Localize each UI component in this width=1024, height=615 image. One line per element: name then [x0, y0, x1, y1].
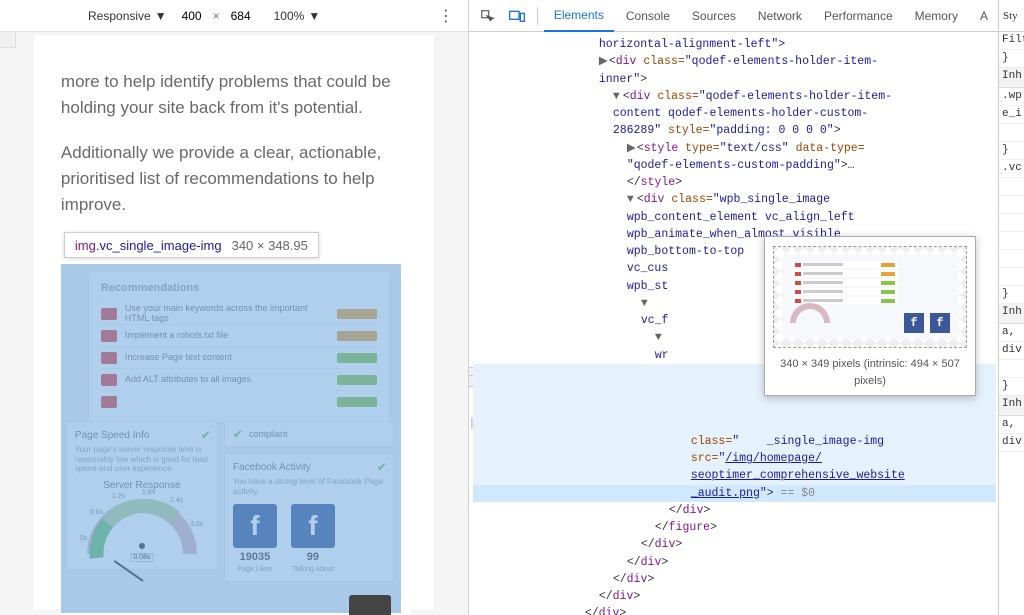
styles-pane[interactable]: Sty Filt } Inh .wp e_i } .vc } Inh a, di… [998, 0, 1024, 615]
floating-button[interactable] [349, 595, 391, 615]
zoom-label: 100% [274, 9, 305, 23]
dimension-separator: × [213, 9, 220, 23]
zoom-select[interactable]: 100% ▼ [274, 9, 321, 23]
styles-filter[interactable]: Filt [999, 32, 1024, 50]
ruler-corner [0, 32, 16, 48]
styles-tab[interactable]: Sty [999, 0, 1024, 32]
device-select[interactable]: Responsive ▼ [88, 9, 167, 23]
tab-console[interactable]: Console [616, 0, 680, 32]
highlight-overlay [61, 264, 401, 613]
tab-memory[interactable]: Memory [905, 0, 968, 32]
src-link[interactable]: seoptimer_comprehensive_website [691, 469, 905, 482]
disclosure-arrow-icon[interactable]: ▼ [613, 88, 623, 105]
page-frame[interactable]: more to help identify problems that coul… [34, 35, 434, 610]
devtools: Elements Console Sources Network Perform… [468, 0, 1024, 615]
element-tooltip: img.vc_single_image-img 340 × 348.95 [64, 232, 319, 258]
device-viewport: more to help identify problems that coul… [0, 32, 468, 615]
inspect-icon[interactable] [473, 2, 501, 30]
image-preview-tooltip: ff 340 × 349 pixels (intrinsic: 494 × 50… [764, 236, 976, 396]
disclosure-arrow-icon[interactable]: ▶ [599, 53, 609, 70]
viewport-height-input[interactable] [224, 7, 258, 25]
src-link[interactable]: /img/homepage/ [725, 452, 822, 465]
tab-performance[interactable]: Performance [814, 0, 903, 32]
dom-tree[interactable]: ⋯ horizontal-alignment-left"> ▶<div clas… [469, 32, 998, 615]
tab-network[interactable]: Network [748, 0, 812, 32]
more-options-icon[interactable]: ⋮ [432, 6, 460, 26]
page-body-text: more to help identify problems that coul… [61, 69, 411, 219]
toggle-device-icon[interactable] [503, 2, 531, 30]
chevron-down-icon: ▼ [308, 9, 320, 23]
chevron-down-icon: ▼ [155, 9, 167, 23]
devtools-tabs: Elements Console Sources Network Perform… [469, 0, 998, 32]
src-link[interactable]: _audit.png [691, 487, 760, 500]
tab-more[interactable]: A [970, 0, 998, 32]
tab-elements[interactable]: Elements [544, 0, 614, 32]
device-toolbar-area: Responsive ▼ × 100% ▼ ⋮ more to help ide… [0, 0, 468, 615]
image-preview-label: 340 × 349 pixels (intrinsic: 494 × 507 p… [765, 353, 975, 395]
device-toolbar: Responsive ▼ × 100% ▼ ⋮ [0, 0, 468, 32]
viewport-width-input[interactable] [175, 7, 209, 25]
inspected-image-overlay[interactable]: Recommendations Use your main keywords a… [61, 264, 401, 613]
device-select-label: Responsive [88, 9, 151, 23]
tab-sources[interactable]: Sources [682, 0, 746, 32]
disclosure-arrow-icon[interactable]: ▼ [641, 295, 651, 312]
disclosure-arrow-icon[interactable]: ▶ [627, 140, 637, 157]
